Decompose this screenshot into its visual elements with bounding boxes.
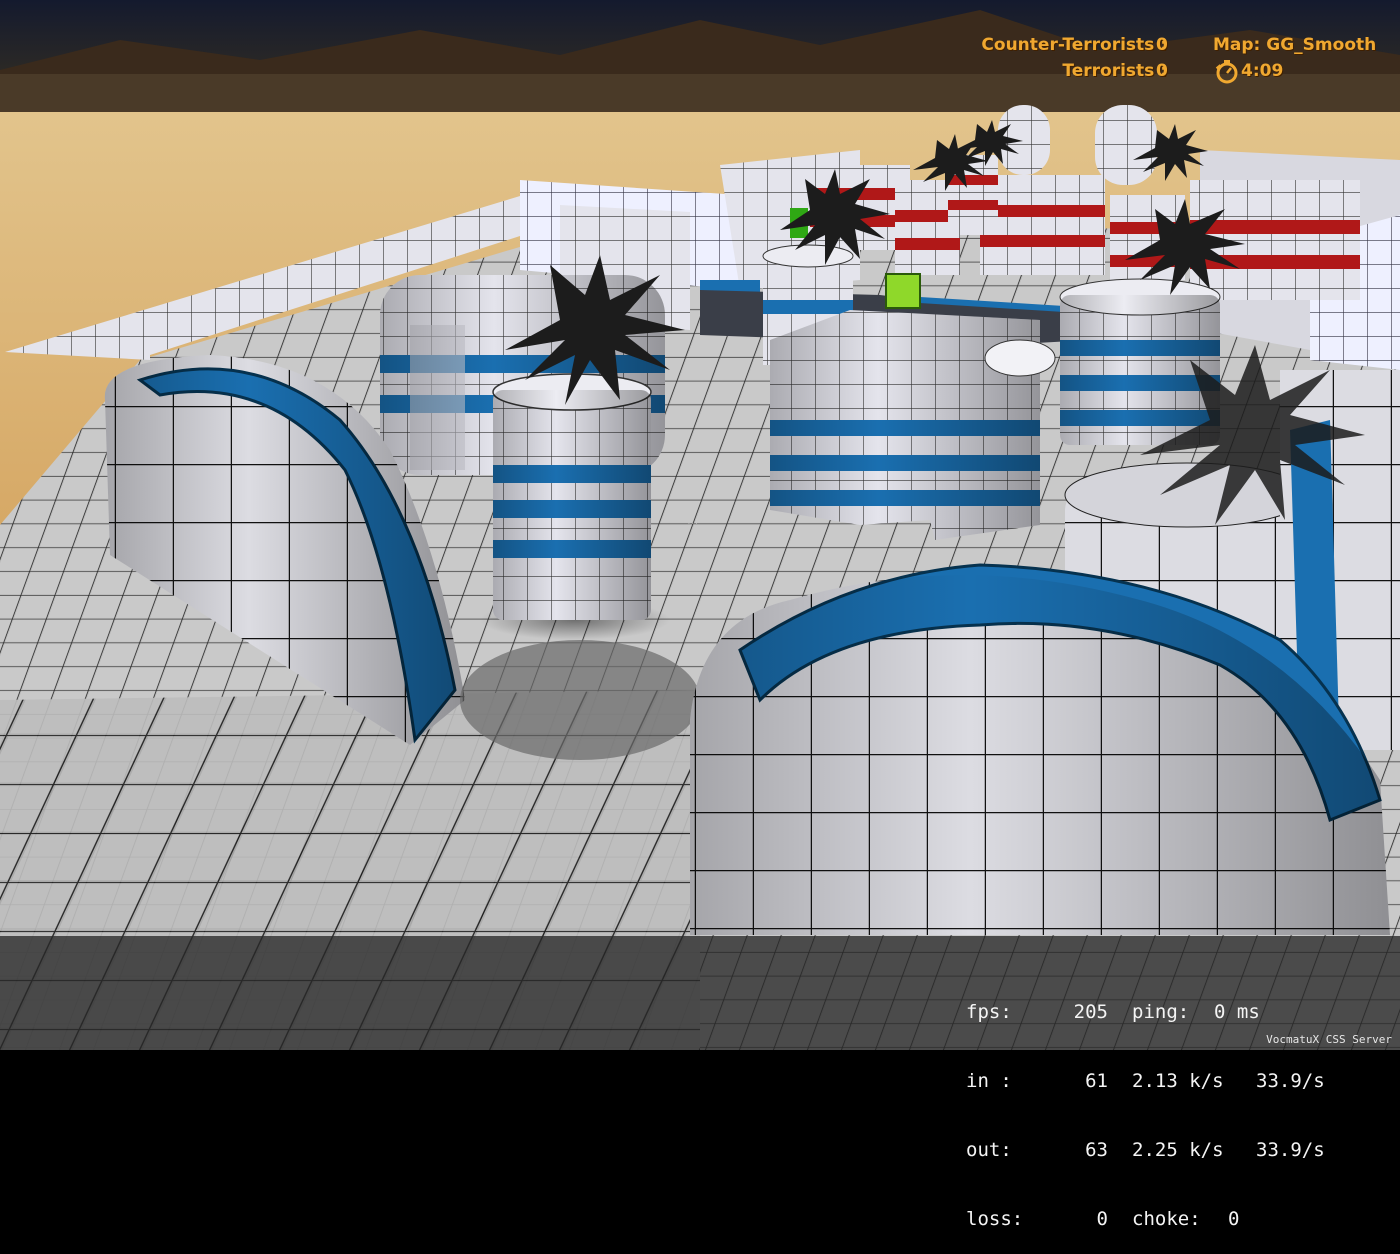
team-scores: 0 0: [1156, 32, 1168, 84]
crosshair: · · ·: [688, 521, 698, 528]
netgraph-value: 33.9/s: [1256, 1139, 1325, 1161]
netgraph-label: loss:: [966, 1208, 1024, 1230]
netgraph-value: 2.13 k/s: [1132, 1070, 1224, 1092]
t-score: 0: [1156, 61, 1168, 81]
netgraph-row-loss: loss: 0 choke: 0: [966, 1208, 1334, 1231]
netgraph-label: out:: [966, 1139, 1012, 1161]
server-name: VocmatuX CSS Server: [1266, 1033, 1392, 1046]
round-timer: 4:09: [1213, 58, 1376, 84]
map-name: Map: GG_Smooth: [1213, 35, 1377, 55]
team-labels: Counter-Terrorists : Terrorists :: [981, 32, 1167, 84]
netgraph: fps: 205 ping: 0 ms in : 61 2.13 k/s 33.9/s ou…: [966, 955, 1334, 1254]
netgraph-label: in :: [966, 1070, 1012, 1092]
netgraph-value: 33.9/s: [1256, 1070, 1325, 1092]
netgraph-label: choke:: [1132, 1208, 1201, 1230]
scoreboard-hud: Counter-Terrorists : Terrorists : 0 0 Ma…: [0, 0, 1400, 110]
netgraph-label: fps:: [966, 1001, 1012, 1023]
netgraph-value: 205: [1073, 1001, 1108, 1023]
netgraph-label: ping:: [1132, 1001, 1190, 1023]
t-label: Terrorists :: [1062, 61, 1167, 81]
netgraph-value: 0: [1228, 1208, 1240, 1230]
ct-score: 0: [1156, 35, 1168, 55]
netgraph-row-in: in : 61 2.13 k/s 33.9/s: [966, 1070, 1334, 1093]
timer-value: 4:09: [1241, 61, 1284, 81]
ct-label: Counter-Terrorists :: [981, 35, 1167, 55]
netgraph-value: 2.25 k/s: [1132, 1139, 1224, 1161]
netgraph-value: 63: [1085, 1139, 1108, 1161]
netgraph-value: 61: [1085, 1070, 1108, 1092]
netgraph-row-out: out: 63 2.25 k/s 33.9/s: [966, 1139, 1334, 1162]
netgraph-value: 0 ms: [1214, 1001, 1260, 1023]
netgraph-row-fps: fps: 205 ping: 0 ms: [966, 1001, 1334, 1024]
game-viewport: [0, 0, 1400, 1050]
map-info: Map: GG_Smooth 4:09: [1213, 32, 1376, 84]
stopwatch-icon: [1213, 58, 1241, 84]
netgraph-value: 0: [1096, 1208, 1108, 1230]
